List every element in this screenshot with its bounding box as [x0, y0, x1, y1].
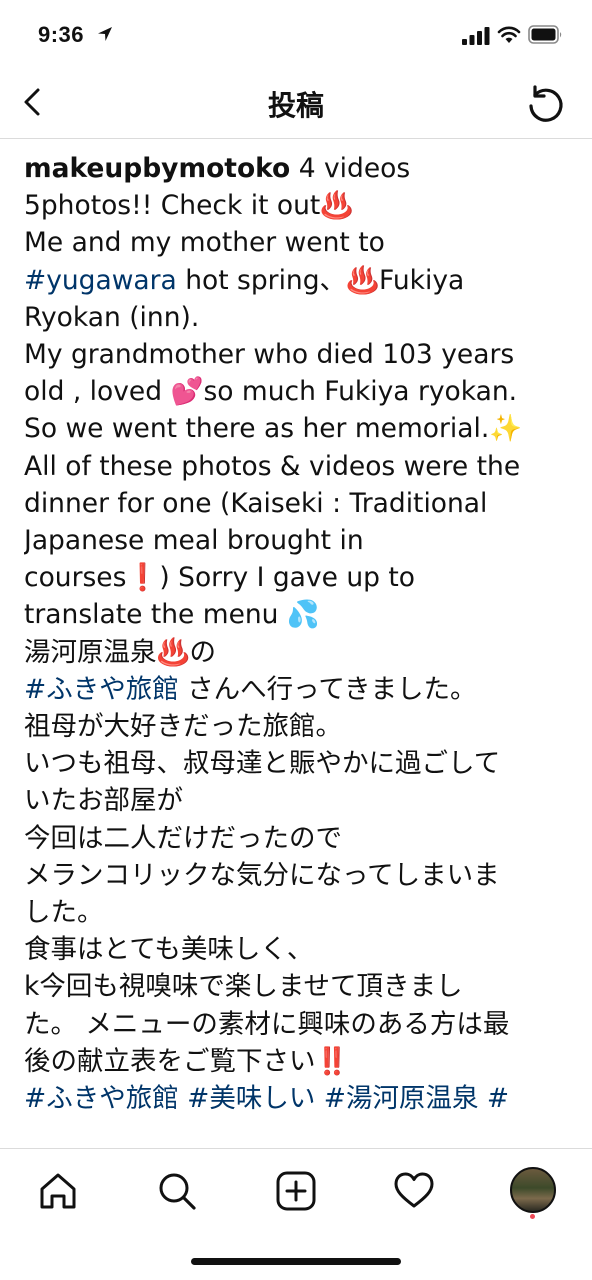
caption-text: 今回は二人だけだったので [24, 822, 342, 854]
wifi-icon [497, 26, 521, 43]
caption-text: hot spring、♨️Fukiya [176, 264, 465, 296]
caption-line: 後の献立表をご覧下さい‼️ [24, 1043, 574, 1080]
caption-line: いたお部屋が [24, 782, 574, 819]
notification-dot [530, 1214, 535, 1219]
caption-line: courses❗️) Sorry I gave up to [24, 559, 574, 596]
caption-line: いつも祖母、叔母達と賑やかに過ごして [24, 745, 574, 782]
caption-line: So we went there as her memorial.✨ [24, 410, 574, 447]
caption-text: いつも祖母、叔母達と賑やかに過ごして [24, 748, 501, 780]
nav-bar: 投稿 [0, 70, 592, 139]
page-title: 投稿 [267, 89, 324, 122]
caption-line: 食事はとても美味しく、 [24, 931, 574, 968]
caption-line: 今回は二人だけだったので [24, 820, 574, 857]
caption-text: old , loved 💕so much Fukiya ryokan. [24, 376, 518, 408]
heart-icon[interactable] [392, 1169, 436, 1213]
caption-line: た。 メニューの素材に興味のある方は最 [24, 1006, 574, 1043]
refresh-icon[interactable] [522, 82, 568, 128]
caption-line: した。 [24, 894, 574, 931]
caption-line: old , loved 💕so much Fukiya ryokan. [24, 373, 574, 410]
caption-text: 湯河原温泉♨️の [24, 636, 216, 668]
caption-text: My grandmother who died 103 years [24, 339, 515, 371]
caption-text: 祖母が大好きだった旅館。 [24, 711, 342, 743]
caption-line: #yugawara hot spring、♨️Fukiya [24, 262, 574, 299]
location-arrow-icon [98, 27, 112, 41]
post-caption: makeupbymotoko 4 videos 5photos!! Check i… [24, 150, 574, 1146]
caption-line: 祖母が大好きだった旅館。 [24, 708, 574, 745]
battery-icon [528, 25, 562, 44]
caption-line: translate the menu 💦 [24, 596, 574, 633]
profile-avatar [510, 1167, 556, 1213]
status-time: 9:36 [38, 22, 85, 47]
caption-text: Japanese meal brought in [24, 525, 364, 557]
hashtag-link[interactable]: #ふきや旅館 #美味しい #湯河原温泉 # [24, 1083, 509, 1114]
caption-text: 4 videos [290, 153, 411, 184]
post-username[interactable]: makeupbymotoko [24, 153, 290, 184]
caption-line: メランコリックな気分になってしまいま [24, 857, 574, 894]
caption-line: All of these photos & videos were the [24, 448, 574, 485]
caption-text: 後の献立表をご覧下さい‼️ [24, 1045, 349, 1077]
caption-text: メランコリックな気分になってしまいま [24, 859, 500, 891]
caption-text: courses❗️) Sorry I gave up to [24, 562, 415, 594]
hashtag-link[interactable]: #ふきや旅館 [24, 674, 179, 705]
hashtag-link[interactable]: #yugawara [24, 265, 177, 296]
caption-text: dinner for one (Kaiseki : Traditional [24, 487, 488, 519]
signal-icon [462, 27, 490, 45]
caption-line: Me and my mother went to [24, 224, 574, 261]
caption-line: Japanese meal brought in [24, 522, 574, 559]
caption-line: Ryokan (inn). [24, 299, 574, 336]
caption-text: した。 [24, 897, 104, 929]
caption-text: translate the menu 💦 [24, 599, 320, 631]
status-bar: 9:36 [0, 0, 592, 70]
caption-line: 湯河原温泉♨️の [24, 634, 574, 671]
caption-line: k今回も視嗅味で楽しませて頂きまし [24, 968, 574, 1005]
caption-text: k今回も視嗅味で楽しませて頂きまし [24, 971, 463, 1003]
caption-line: My grandmother who died 103 years [24, 336, 574, 373]
caption-line: #ふきや旅館 #美味しい #湯河原温泉 # [24, 1080, 574, 1117]
caption-text: いたお部屋が [24, 785, 183, 817]
caption-line: dinner for one (Kaiseki : Traditional [24, 485, 574, 522]
home-indicator[interactable] [191, 1258, 401, 1265]
home-icon[interactable] [36, 1169, 80, 1213]
caption-line: #ふきや旅館 さんへ行ってきました。 [24, 671, 574, 708]
profile-tab[interactable] [510, 1167, 556, 1213]
add-post-icon[interactable] [274, 1169, 318, 1213]
tab-bar [0, 1148, 592, 1233]
search-icon[interactable] [155, 1169, 199, 1213]
caption-text: さんへ行ってきました。 [178, 673, 477, 705]
caption-text: 5photos!! Check it out♨️ [24, 190, 354, 222]
caption-text: Me and my mother went to [24, 227, 385, 259]
caption-text: た。 メニューの素材に興味のある方は最 [24, 1008, 510, 1040]
caption-text: 食事はとても美味しく、 [24, 934, 314, 966]
caption-text: Ryokan (inn). [24, 301, 200, 333]
caption-line: 5photos!! Check it out♨️ [24, 187, 574, 224]
caption-line: makeupbymotoko 4 videos [24, 150, 574, 187]
caption-text: So we went there as her memorial.✨ [24, 413, 523, 445]
caption-text: All of these photos & videos were the [24, 450, 521, 482]
